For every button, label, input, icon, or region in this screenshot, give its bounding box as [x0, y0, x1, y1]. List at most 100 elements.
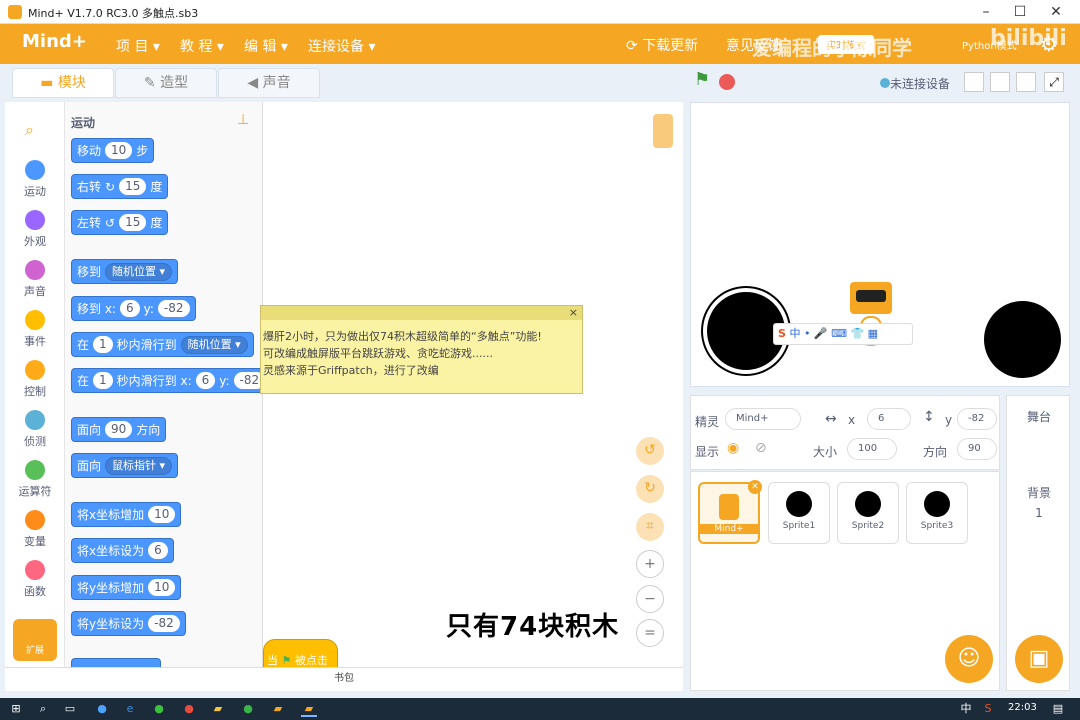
block-turn-left[interactable]: 左转 ↺ 15 度	[71, 210, 169, 235]
y-input[interactable]: -82	[957, 408, 997, 430]
tray-lang[interactable]: 中	[958, 701, 974, 717]
download-update[interactable]: ⟳ 下载更新	[626, 35, 698, 55]
category-functions[interactable]: 函数	[5, 560, 65, 599]
category-sound[interactable]: 声音	[5, 260, 65, 299]
sprite-thumbnail-icon	[653, 114, 673, 148]
fullscreen-icon[interactable]: ⤢	[1044, 72, 1064, 92]
menu-edit[interactable]: 编 辑 ▾	[244, 36, 288, 56]
block-change-x[interactable]: 将x坐标增加 10	[71, 502, 182, 527]
zoom-out-button[interactable]: −	[636, 585, 664, 613]
windows-start-icon[interactable]: ⊞	[8, 701, 24, 717]
block-point-direction[interactable]: 面向 90 方向	[71, 417, 167, 442]
sogou-tray-icon[interactable]: S	[980, 701, 996, 717]
category-operators[interactable]: 运算符	[5, 460, 65, 499]
block-goto[interactable]: 移到 随机位置 ▾	[71, 259, 179, 284]
category-events[interactable]: 事件	[5, 310, 65, 349]
device-status[interactable]: 未连接设备	[880, 75, 950, 92]
delete-sprite-icon[interactable]: ✕	[748, 480, 762, 494]
add-backdrop-button[interactable]: ▣	[1015, 635, 1063, 683]
category-variables[interactable]: 变量	[5, 510, 65, 549]
towards-dropdown[interactable]: 鼠标指针 ▾	[105, 456, 173, 475]
comment-note[interactable]: × 爆肝2小时，只为做出仅74积木超级简单的“多触点”功能! 可改编成触屏版平台…	[260, 305, 583, 394]
sprite-list: Mind+ ✕ Sprite1 Sprite2 Sprite3 ☺	[690, 471, 1000, 691]
ball-sprite-icon	[924, 491, 950, 517]
stop-icon[interactable]	[719, 74, 735, 90]
note-close-button[interactable]: ×	[569, 306, 578, 319]
wechat-icon[interactable]: ●	[151, 701, 167, 717]
menu-tutorial[interactable]: 教 程 ▾	[180, 36, 224, 56]
mindplus-taskbar-icon[interactable]: ▰	[301, 701, 317, 717]
green-flag-icon[interactable]: ⚑	[694, 71, 710, 89]
block-goto-xy[interactable]: 移到 x: 6 y: -82	[71, 296, 196, 321]
block-partial[interactable]	[71, 658, 161, 667]
block-set-y[interactable]: 将y坐标设为 -82	[71, 611, 186, 636]
block-move-steps[interactable]: 移动 10 步	[71, 138, 155, 163]
menu-project[interactable]: 项 目 ▾	[116, 36, 160, 56]
folder-icon[interactable]: ▰	[210, 701, 226, 717]
sprite-card-sprite1[interactable]: Sprite1	[768, 482, 830, 544]
tab-blocks[interactable]: ▬ 模块	[12, 68, 114, 98]
redo-button[interactable]: ↻	[636, 475, 664, 503]
menu-connect-device[interactable]: 连接设备 ▾	[308, 36, 375, 56]
browser-icon[interactable]: ●	[94, 701, 110, 717]
sprite-card-mind[interactable]: Mind+ ✕	[698, 480, 762, 544]
sensing-dot-icon	[25, 410, 45, 430]
pin-icon[interactable]: ⊥	[237, 112, 249, 128]
ime-toolbar[interactable]: S 中 • 🎤 ⌨ 👕 ▦	[773, 323, 913, 345]
hide-eye-icon[interactable]: ⊘	[755, 440, 767, 456]
zoom-in-button[interactable]: +	[636, 550, 664, 578]
small-stage-icon[interactable]	[964, 72, 984, 92]
close-button[interactable]: ✕	[1040, 2, 1072, 22]
zoom-reset-button[interactable]: =	[636, 619, 664, 647]
backpack-bar[interactable]: 书包	[5, 667, 683, 691]
task-view-icon[interactable]: ▭	[62, 701, 78, 717]
add-sprite-button[interactable]: ☺	[945, 635, 993, 683]
stage-panel[interactable]: 舞台 背景 1 ▣	[1006, 395, 1070, 691]
app-orange-icon[interactable]: ▰	[270, 701, 286, 717]
menu-bar: Mind+ 项 目 ▾ 教 程 ▾ 编 辑 ▾ 连接设备 ▾ ⟳ 下载更新 意见…	[0, 24, 1080, 64]
block-glide-xy[interactable]: 在 1 秒内滑行到 x: 6 y: -82	[71, 368, 262, 393]
block-change-y[interactable]: 将y坐标增加 10	[71, 575, 182, 600]
search-taskbar-icon[interactable]: ⌕	[35, 701, 51, 717]
sprite-card-sprite3[interactable]: Sprite3	[906, 482, 968, 544]
undo-button[interactable]: ↺	[636, 437, 664, 465]
show-eye-icon[interactable]: ◉	[727, 440, 739, 456]
note-header[interactable]	[261, 306, 582, 320]
glide-target-dropdown[interactable]: 随机位置 ▾	[180, 335, 248, 354]
sprite-card-sprite2[interactable]: Sprite2	[837, 482, 899, 544]
category-motion[interactable]: 运动	[5, 160, 65, 199]
sprite-name-input[interactable]: Mind+	[725, 408, 801, 430]
block-point-towards[interactable]: 面向 鼠标指针 ▾	[71, 453, 179, 478]
minimize-button[interactable]: –	[970, 2, 1002, 22]
notification-icon[interactable]: ▤	[1050, 701, 1066, 717]
block-turn-right[interactable]: 右转 ↻ 15 度	[71, 174, 169, 199]
extension-button[interactable]: 扩展	[13, 619, 57, 661]
mindplus-logo[interactable]: Mind+	[22, 31, 100, 57]
gear-icon[interactable]: ⚙	[1040, 32, 1058, 56]
goto-target-dropdown[interactable]: 随机位置 ▾	[105, 262, 173, 281]
normal-stage-icon[interactable]	[990, 72, 1010, 92]
block-glide[interactable]: 在 1 秒内滑行到 随机位置 ▾	[71, 332, 254, 357]
tab-costumes[interactable]: ✎ 造型	[115, 68, 217, 98]
edge-icon[interactable]: e	[122, 701, 138, 717]
crop-button[interactable]: ⌗	[636, 513, 664, 541]
tab-sounds[interactable]: ◀ 声音	[218, 68, 320, 98]
app-green-icon[interactable]: ●	[240, 701, 256, 717]
size-label: 大小	[813, 445, 838, 459]
x-input[interactable]: 6	[867, 408, 911, 430]
search-icon[interactable]: ⌕	[25, 120, 34, 140]
hat-block-when-flag-clicked[interactable]: 当 ⚑ 被点击	[263, 639, 338, 669]
rotate-right-icon: ↻	[105, 179, 116, 194]
y-label: y	[945, 413, 953, 427]
category-looks[interactable]: 外观	[5, 210, 65, 249]
category-control[interactable]: 控制	[5, 360, 65, 399]
stage-canvas[interactable]: S 中 • 🎤 ⌨ 👕 ▦	[690, 102, 1070, 387]
maximize-button[interactable]: ☐	[1004, 2, 1036, 22]
block-set-x[interactable]: 将x坐标设为 6	[71, 538, 174, 563]
large-stage-icon[interactable]	[1016, 72, 1036, 92]
chrome-icon[interactable]: ●	[181, 701, 197, 717]
direction-input[interactable]: 90	[957, 438, 997, 460]
size-input[interactable]: 100	[847, 438, 897, 460]
category-sensing[interactable]: 侦测	[5, 410, 65, 449]
note-line-3: 灵感来源于Griffpatch，进行了改编	[263, 364, 439, 377]
